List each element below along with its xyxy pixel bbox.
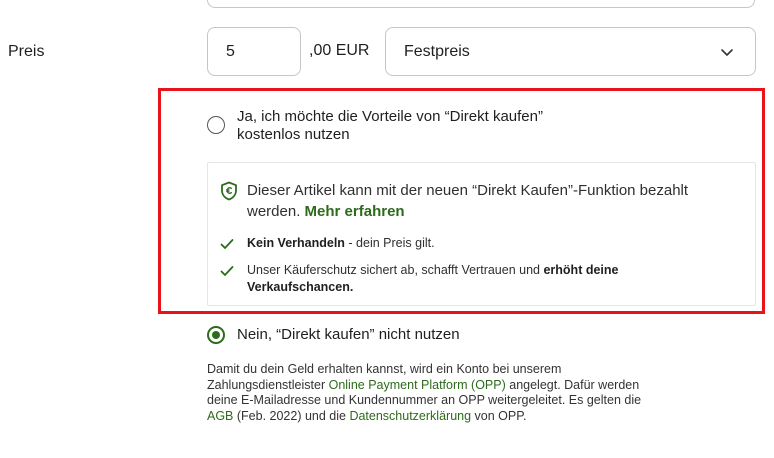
- shield-euro-icon: [221, 181, 237, 201]
- price-type-select[interactable]: Festpreis: [385, 27, 756, 76]
- check-icon: [220, 239, 234, 249]
- direkt-kaufen-yes-radio[interactable]: [207, 116, 225, 134]
- payment-legal-notice: Damit du dein Geld erhalten kannst, wird…: [207, 362, 642, 423]
- check-icon: [220, 266, 234, 276]
- agb-link[interactable]: AGB: [207, 409, 233, 423]
- opp-link[interactable]: Online Payment Platform (OPP): [329, 378, 506, 392]
- price-type-value: Festpreis: [404, 42, 470, 60]
- direkt-kaufen-no-radio[interactable]: [207, 326, 225, 344]
- price-label: Preis: [8, 43, 45, 60]
- direkt-kaufen-no-label[interactable]: Nein, “Direkt kaufen” nicht nutzen: [237, 326, 460, 344]
- feature-buyer-protection: Unser Käuferschutz sichert ab, schafft V…: [247, 263, 619, 294]
- chevron-down-icon: [721, 49, 733, 56]
- previous-input[interactable]: [207, 0, 755, 8]
- direkt-kaufen-info-box: Dieser Artikel kann mit der neuen “Direk…: [207, 162, 756, 306]
- currency-suffix: ,00 EUR: [309, 42, 370, 59]
- price-input[interactable]: [207, 27, 301, 76]
- direkt-kaufen-yes-label[interactable]: Ja, ich möchte die Vorteile von “Direkt …: [237, 108, 543, 144]
- mehr-erfahren-link[interactable]: Mehr erfahren: [305, 203, 405, 220]
- privacy-policy-link[interactable]: Datenschutzerklärung: [349, 409, 471, 423]
- feature-no-negotiation: Kein Verhandeln - dein Preis gilt.: [247, 236, 435, 250]
- info-text: Dieser Artikel kann mit der neuen “Direk…: [247, 182, 689, 220]
